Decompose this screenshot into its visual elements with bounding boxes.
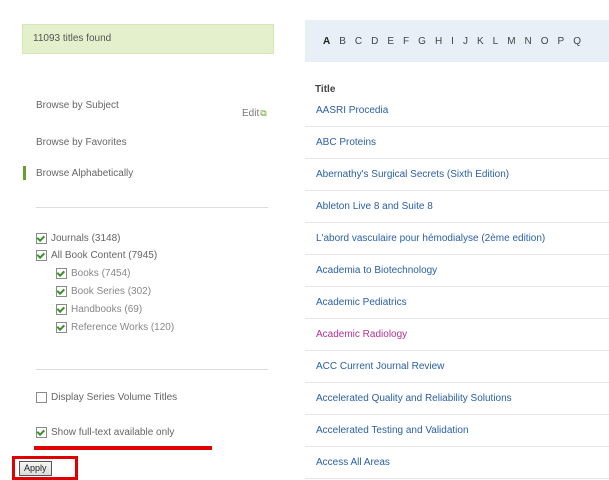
letter-n-link[interactable]: N: [525, 36, 532, 47]
browse-by-subject-link[interactable]: Browse by Subject: [36, 100, 119, 111]
book-series-checkbox[interactable]: [56, 286, 67, 297]
display-series-option[interactable]: Display Series Volume Titles: [36, 392, 177, 403]
title-link[interactable]: Accelerated Quality and Reliability Solu…: [316, 393, 512, 404]
handbooks-filter[interactable]: Handbooks (69): [56, 304, 142, 315]
journals-checkbox[interactable]: [36, 233, 47, 244]
title-row: Access All Areas: [305, 447, 609, 479]
letter-g-link[interactable]: G: [418, 36, 426, 47]
display-series-checkbox[interactable]: [36, 392, 47, 403]
title-link[interactable]: Ableton Live 8 and Suite 8: [316, 201, 433, 212]
display-series-label: Display Series Volume Titles: [51, 392, 178, 403]
title-link[interactable]: AASRI Procedia: [316, 105, 388, 116]
all-books-checkbox[interactable]: [36, 250, 47, 261]
title-row: ABC Proteins: [305, 127, 609, 159]
title-row: Academic Pediatrics: [305, 287, 609, 319]
letter-e-link[interactable]: E: [387, 36, 394, 47]
reference-works-filter[interactable]: Reference Works (120): [56, 322, 174, 333]
divider: [36, 369, 268, 370]
apply-highlight-box: Apply: [12, 456, 78, 480]
title-row: AASRI Procedia: [305, 95, 609, 127]
journals-filter[interactable]: Journals (3148): [36, 233, 120, 244]
letter-m-link[interactable]: M: [507, 36, 515, 47]
books-label: Books (7454): [71, 268, 131, 279]
title-link[interactable]: ACC Current Journal Review: [316, 361, 444, 372]
letter-d-link[interactable]: D: [371, 36, 378, 47]
book-series-label: Book Series (302): [71, 286, 152, 297]
title-link[interactable]: Accelerated Testing and Validation: [316, 425, 469, 436]
books-filter[interactable]: Books (7454): [56, 268, 130, 279]
letter-o-link[interactable]: O: [541, 36, 549, 47]
letter-a-link[interactable]: A: [323, 36, 330, 47]
title-row: Abernathy's Surgical Secrets (Sixth Edit…: [305, 159, 609, 191]
handbooks-label: Handbooks (69): [71, 304, 143, 315]
title-row: Ableton Live 8 and Suite 8: [305, 191, 609, 223]
results-panel: ABCDEFGHIJKLMNOPQ Title AASRI Procedia AB…: [290, 0, 609, 480]
apply-button[interactable]: Apply: [19, 461, 52, 476]
books-checkbox[interactable]: [56, 268, 67, 279]
title-link[interactable]: Academic Pediatrics: [316, 297, 407, 308]
letter-q-link[interactable]: Q: [573, 36, 581, 47]
active-item-marker: [23, 166, 26, 180]
title-link[interactable]: ABC Proteins: [316, 137, 376, 148]
results-count-box: 11093 titles found: [22, 24, 274, 54]
letter-j-link[interactable]: J: [463, 36, 468, 47]
title-row: Academia to Biotechnology: [305, 255, 609, 287]
journals-label: Journals (3148): [51, 233, 121, 244]
title-row: Academic Radiology: [305, 319, 609, 351]
letter-f-link[interactable]: F: [403, 36, 409, 47]
title-link[interactable]: Abernathy's Surgical Secrets (Sixth Edit…: [316, 169, 509, 180]
divider: [36, 207, 268, 208]
title-row: ACC Current Journal Review: [305, 351, 609, 383]
letter-k-link[interactable]: K: [477, 36, 484, 47]
book-series-filter[interactable]: Book Series (302): [56, 286, 151, 297]
letter-b-link[interactable]: B: [339, 36, 346, 47]
browse-by-favorites-link[interactable]: Browse by Favorites: [36, 137, 127, 148]
title-link[interactable]: Academic Radiology: [316, 329, 407, 340]
full-text-label: Show full-text available only: [51, 427, 175, 438]
alphabet-bar: ABCDEFGHIJKLMNOPQ: [305, 20, 609, 62]
letter-i-link[interactable]: I: [451, 36, 454, 47]
browse-alphabetically-link[interactable]: Browse Alphabetically: [36, 168, 133, 179]
letter-p-link[interactable]: P: [558, 36, 565, 47]
full-text-option[interactable]: Show full-text available only: [36, 427, 174, 438]
reference-works-checkbox[interactable]: [56, 322, 67, 333]
reference-works-label: Reference Works (120): [71, 322, 175, 333]
handbooks-checkbox[interactable]: [56, 304, 67, 315]
edit-label: Edit: [242, 108, 260, 119]
title-column-header: Title: [315, 84, 336, 95]
title-link[interactable]: Access All Areas: [316, 457, 390, 468]
full-text-checkbox[interactable]: [36, 427, 47, 438]
all-books-filter[interactable]: All Book Content (7945): [36, 250, 157, 261]
all-books-label: All Book Content (7945): [51, 250, 158, 261]
external-link-icon: ⧉: [260, 108, 267, 118]
title-link[interactable]: Academia to Biotechnology: [316, 265, 437, 276]
title-row: L'abord vasculaire pour hémodialyse (2èm…: [305, 223, 609, 255]
results-count-text: 11093 titles found: [33, 33, 112, 44]
title-row: Accelerated Testing and Validation: [305, 415, 609, 447]
letter-c-link[interactable]: C: [355, 36, 362, 47]
left-panel: 11093 titles found Browse by Subject Edi…: [0, 0, 290, 480]
letter-h-link[interactable]: H: [435, 36, 442, 47]
highlight-underline: [34, 446, 212, 450]
title-row: Accelerated Quality and Reliability Solu…: [305, 383, 609, 415]
edit-link[interactable]: Edit⧉: [242, 108, 267, 119]
letter-l-link[interactable]: L: [493, 36, 499, 47]
title-link[interactable]: L'abord vasculaire pour hémodialyse (2èm…: [316, 233, 545, 244]
